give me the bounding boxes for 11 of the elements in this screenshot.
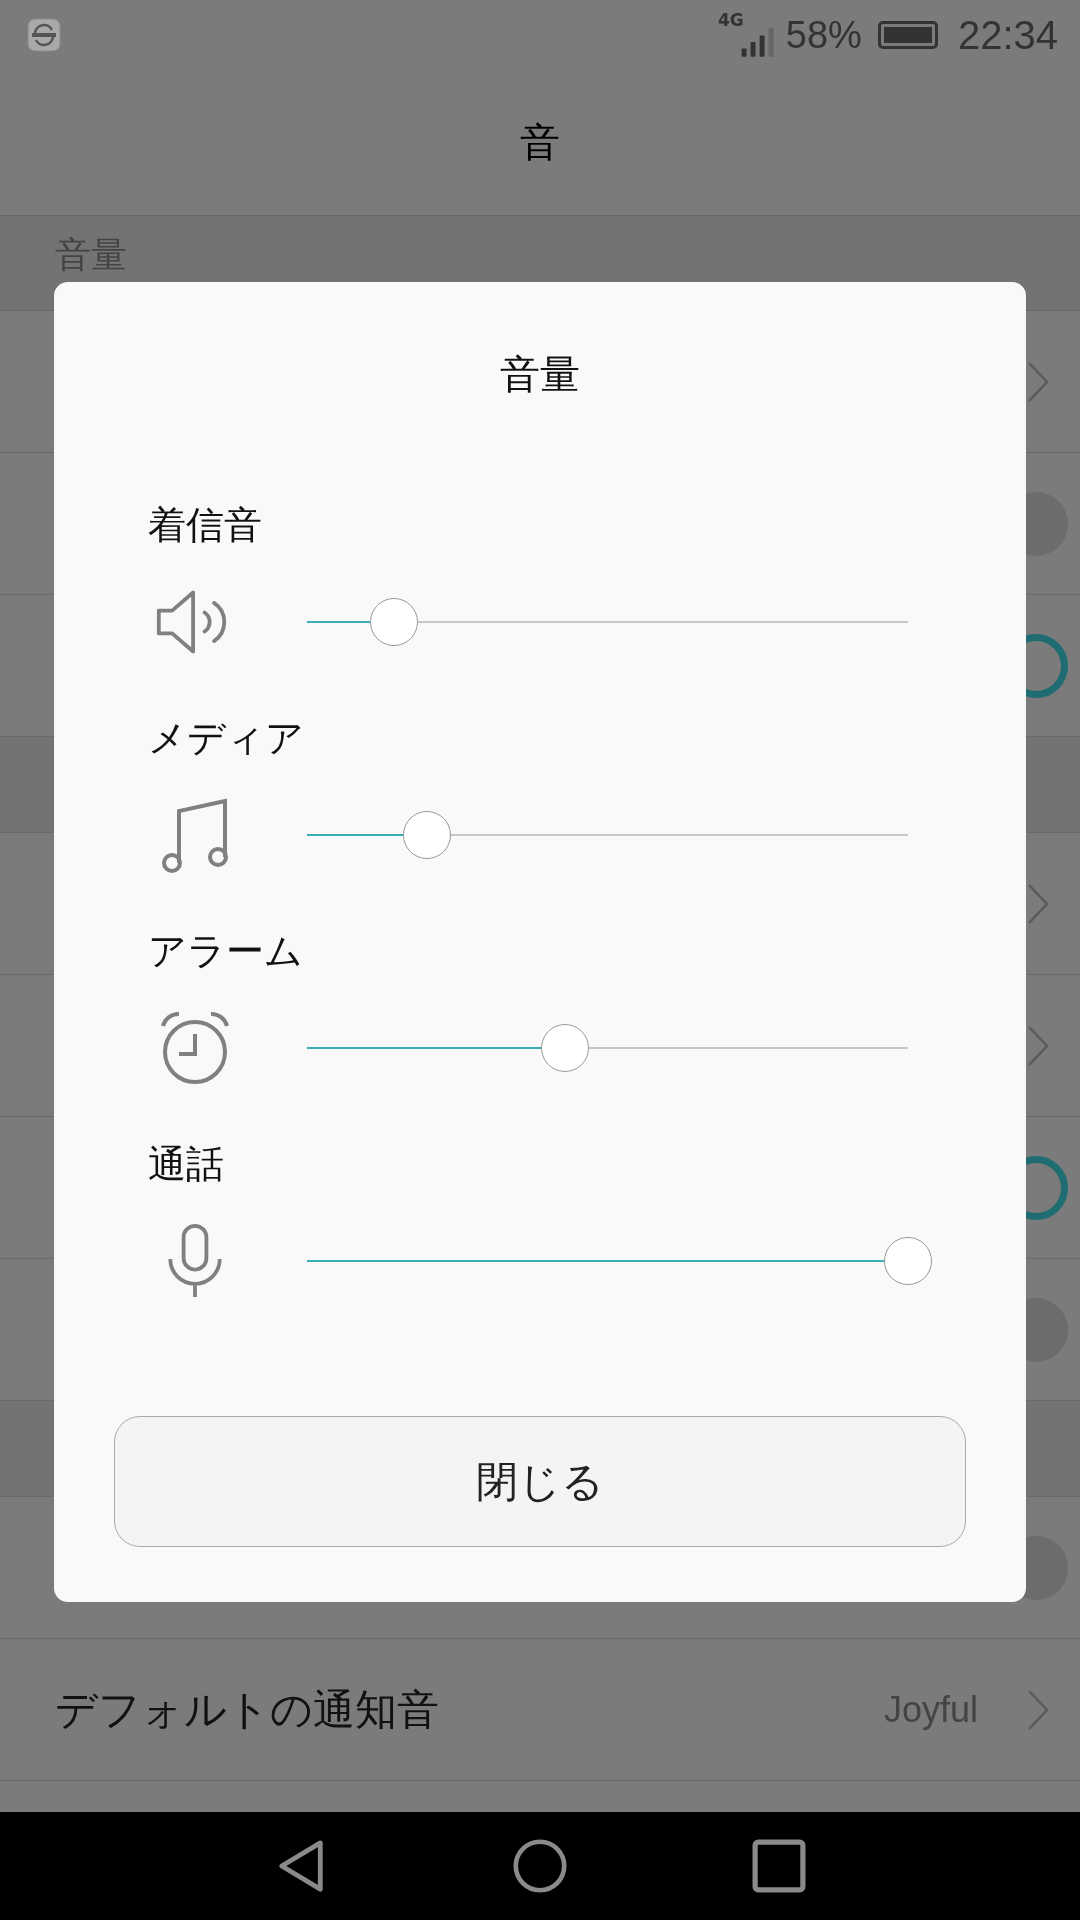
page-title: 音 xyxy=(520,118,560,167)
clock-time: 22:34 xyxy=(957,12,1058,58)
row-value: Joyful xyxy=(883,1688,978,1731)
battery-percent: 58% xyxy=(785,13,862,57)
channel-label: メディア xyxy=(148,715,304,762)
channel-label: アラーム xyxy=(148,928,303,975)
channel-label: 通話 xyxy=(148,1141,224,1188)
network-type: 4G xyxy=(718,11,744,29)
dialog-title: 音量 xyxy=(500,350,580,399)
channel-label: 着信音 xyxy=(148,502,262,549)
row-label: デフォルトの通知音 xyxy=(55,1683,439,1736)
